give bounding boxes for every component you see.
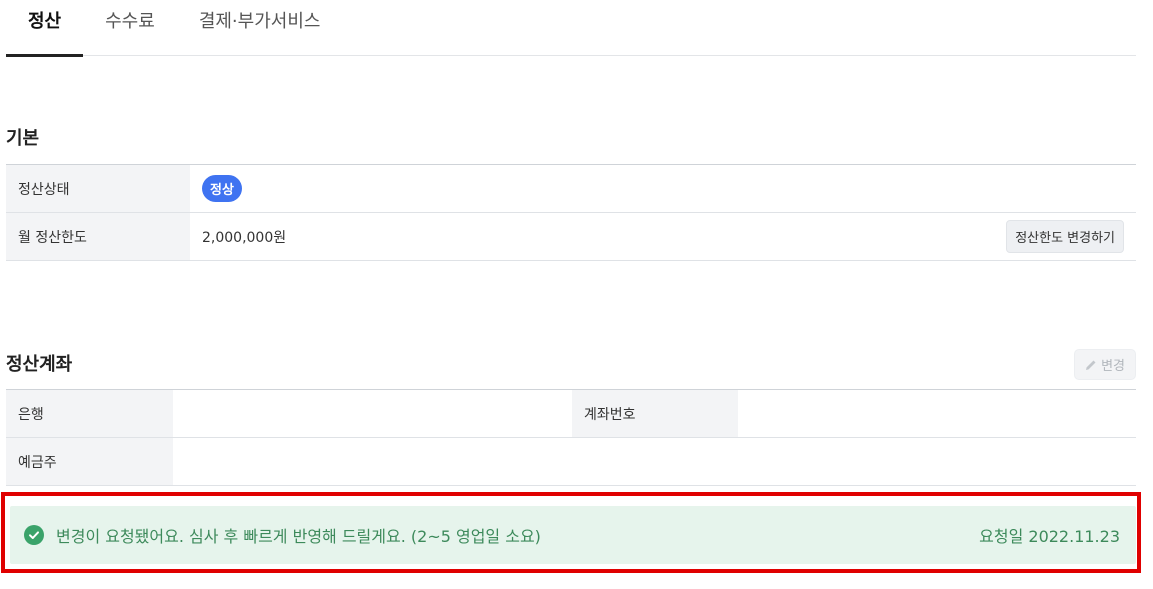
pencil-icon [1086, 360, 1096, 370]
status-badge: 정상 [202, 175, 242, 202]
limit-label: 월 정산한도 [6, 213, 190, 260]
table-row: 정산상태 정상 [6, 165, 1136, 213]
bank-label: 은행 [6, 390, 173, 437]
settlement-page: 정산 수수료 결제·부가서비스 기본 정산상태 정상 월 정산한도 2,000,… [0, 0, 1153, 589]
change-request-notice: 변경이 요청됐어요. 심사 후 빠르게 반영해 드릴게요. (2~5 영업일 소… [10, 506, 1136, 564]
status-label: 정산상태 [6, 165, 190, 212]
holder-value [173, 438, 1136, 485]
account-number-label: 계좌번호 [572, 390, 738, 437]
basic-section-title: 기본 [6, 128, 40, 149]
change-limit-button[interactable]: 정산한도 변경하기 [1006, 220, 1124, 253]
tab-bar: 정산 수수료 결제·부가서비스 [6, 0, 1136, 57]
status-value: 정상 [190, 165, 1136, 212]
account-table: 은행 계좌번호 예금주 [6, 389, 1136, 486]
bank-value [173, 390, 572, 437]
limit-value: 2,000,000원 [202, 229, 287, 246]
holder-label: 예금주 [6, 438, 173, 485]
request-date: 요청일 2022.11.23 [979, 527, 1120, 546]
tab-fees[interactable]: 수수료 [83, 0, 177, 56]
table-row: 월 정산한도 2,000,000원 정산한도 변경하기 [6, 213, 1136, 261]
tab-settlement[interactable]: 정산 [6, 0, 84, 57]
notice-message: 변경이 요청됐어요. 심사 후 빠르게 반영해 드릴게요. (2~5 영업일 소… [56, 527, 541, 546]
basic-table: 정산상태 정상 월 정산한도 2,000,000원 정산한도 변경하기 [6, 164, 1136, 261]
limit-value-cell: 2,000,000원 정산한도 변경하기 [190, 213, 1136, 260]
edit-account-button[interactable]: 변경 [1074, 349, 1136, 380]
account-section-title: 정산계좌 [6, 354, 73, 375]
tab-payment-services[interactable]: 결제·부가서비스 [177, 0, 343, 56]
table-row: 예금주 [6, 438, 1136, 486]
check-circle-icon [24, 525, 44, 545]
table-row: 은행 계좌번호 [6, 390, 1136, 438]
account-number-value [738, 390, 1136, 437]
edit-account-label: 변경 [1101, 359, 1125, 374]
